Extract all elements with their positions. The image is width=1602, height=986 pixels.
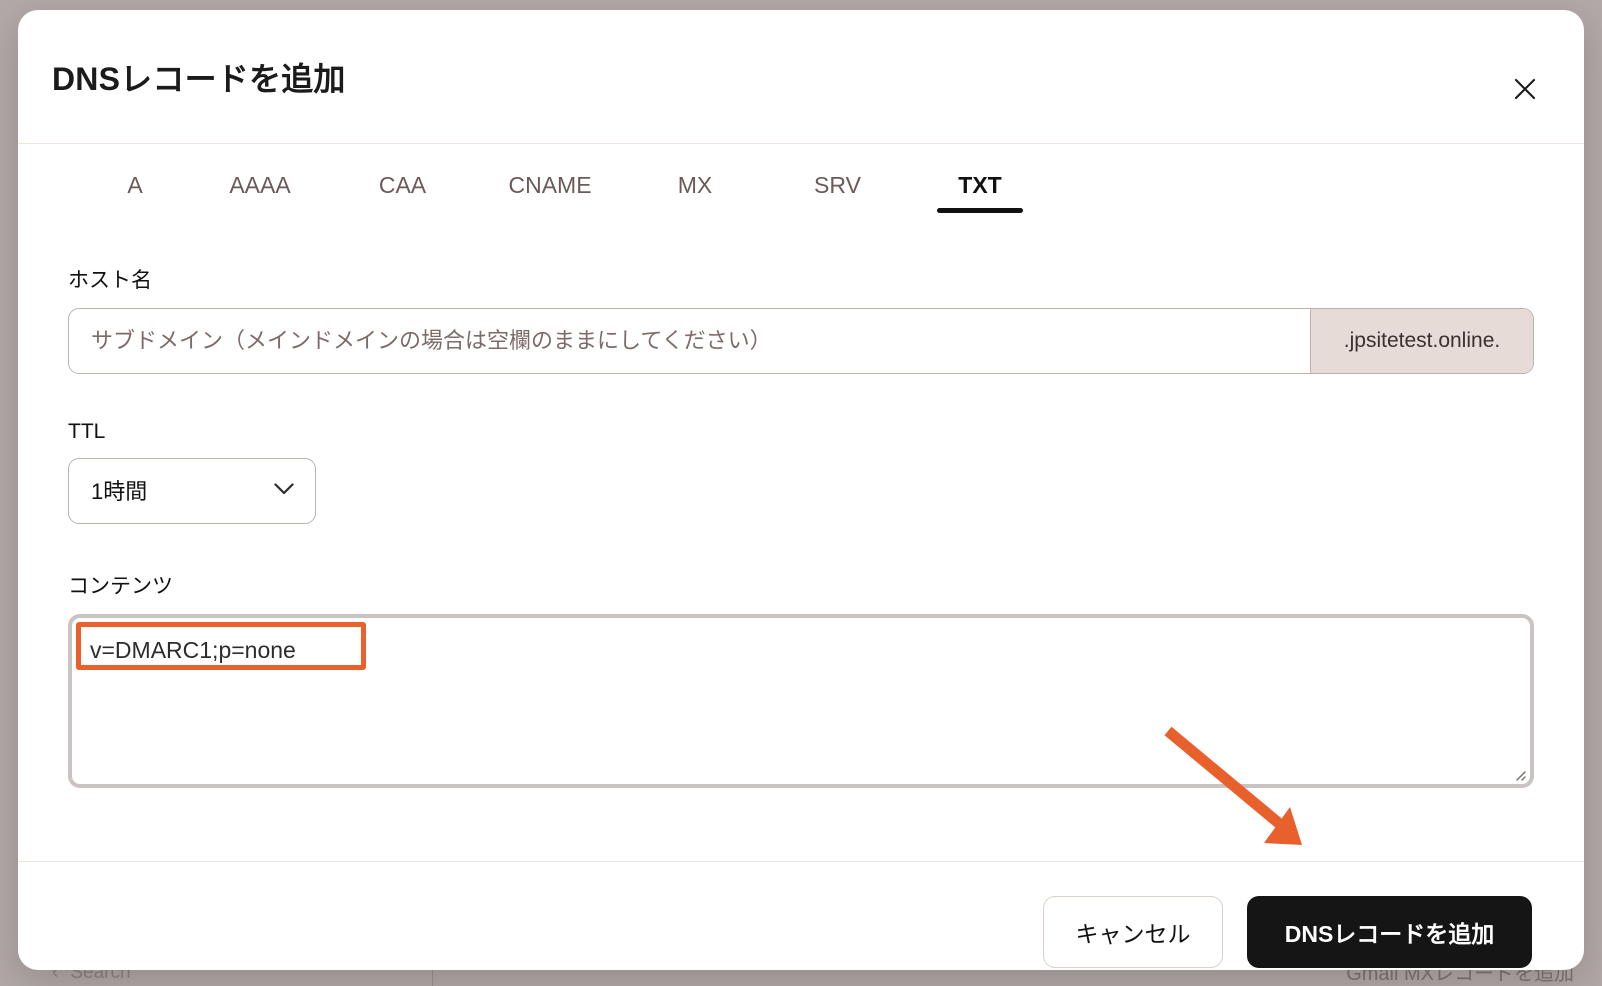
hostname-input[interactable] — [69, 309, 1310, 373]
dialog-header: DNSレコードを追加 — [18, 10, 1584, 144]
record-type-tabs: A AAAA CAA CNAME MX SRV TXT — [18, 144, 1584, 232]
tab-a[interactable]: A — [80, 144, 190, 199]
add-dns-record-dialog: DNSレコードを追加 AAAAACAACNAMEMXSRVTXT ホスト名 .j… — [18, 10, 1584, 970]
hostname-label: ホスト名 — [68, 269, 152, 292]
tab-active-indicator — [360, 208, 446, 213]
tab-active-indicator — [795, 208, 881, 213]
content-field-group: コンテンツ — [52, 570, 1550, 788]
tab-label: MX — [677, 172, 713, 198]
tab-active-indicator — [217, 208, 303, 213]
hostname-field-group: ホスト名 .jpsitetest.online. — [52, 264, 1550, 374]
add-dns-record-button[interactable]: DNSレコードを追加 — [1247, 896, 1532, 968]
tab-cname[interactable]: CNAME — [475, 144, 625, 199]
content-textarea[interactable] — [72, 618, 1530, 784]
tab-label: A — [127, 172, 143, 198]
tab-mx[interactable]: MX — [625, 144, 765, 199]
tab-txt[interactable]: TXT — [910, 144, 1050, 213]
ttl-select-wrapper: 1時間 — [68, 458, 316, 524]
page-title: DNSレコードを追加 — [52, 61, 346, 97]
tab-active-indicator — [92, 208, 178, 213]
cancel-button[interactable]: キャンセル — [1043, 896, 1223, 968]
tab-srv[interactable]: SRV — [765, 144, 910, 199]
dialog-footer: キャンセル DNSレコードを追加 — [18, 861, 1584, 970]
ttl-label: TTL — [68, 420, 106, 443]
tab-label: CNAME — [508, 172, 592, 198]
content-textarea-wrapper — [68, 614, 1534, 788]
tab-caa[interactable]: CAA — [330, 144, 475, 199]
ttl-field-group: TTL 1時間 — [52, 420, 1550, 524]
dialog-body: ホスト名 .jpsitetest.online. TTL 1時間 コンテンツ — [18, 264, 1584, 788]
hostname-input-row: .jpsitetest.online. — [68, 308, 1534, 374]
close-button[interactable] — [1504, 68, 1546, 110]
tab-active-indicator — [507, 208, 593, 213]
ttl-select[interactable]: 1時間 — [68, 458, 316, 524]
content-label: コンテンツ — [68, 575, 173, 598]
tab-active-indicator — [652, 208, 738, 213]
tab-active-indicator — [937, 208, 1023, 213]
tab-label: CAA — [378, 172, 427, 198]
close-icon — [1514, 78, 1536, 100]
tab-label: AAAA — [229, 172, 291, 198]
tab-label: TXT — [958, 172, 1002, 198]
domain-suffix-label: .jpsitetest.online. — [1310, 309, 1533, 373]
tab-label: SRV — [814, 172, 861, 198]
tab-aaaa[interactable]: AAAA — [190, 144, 330, 199]
